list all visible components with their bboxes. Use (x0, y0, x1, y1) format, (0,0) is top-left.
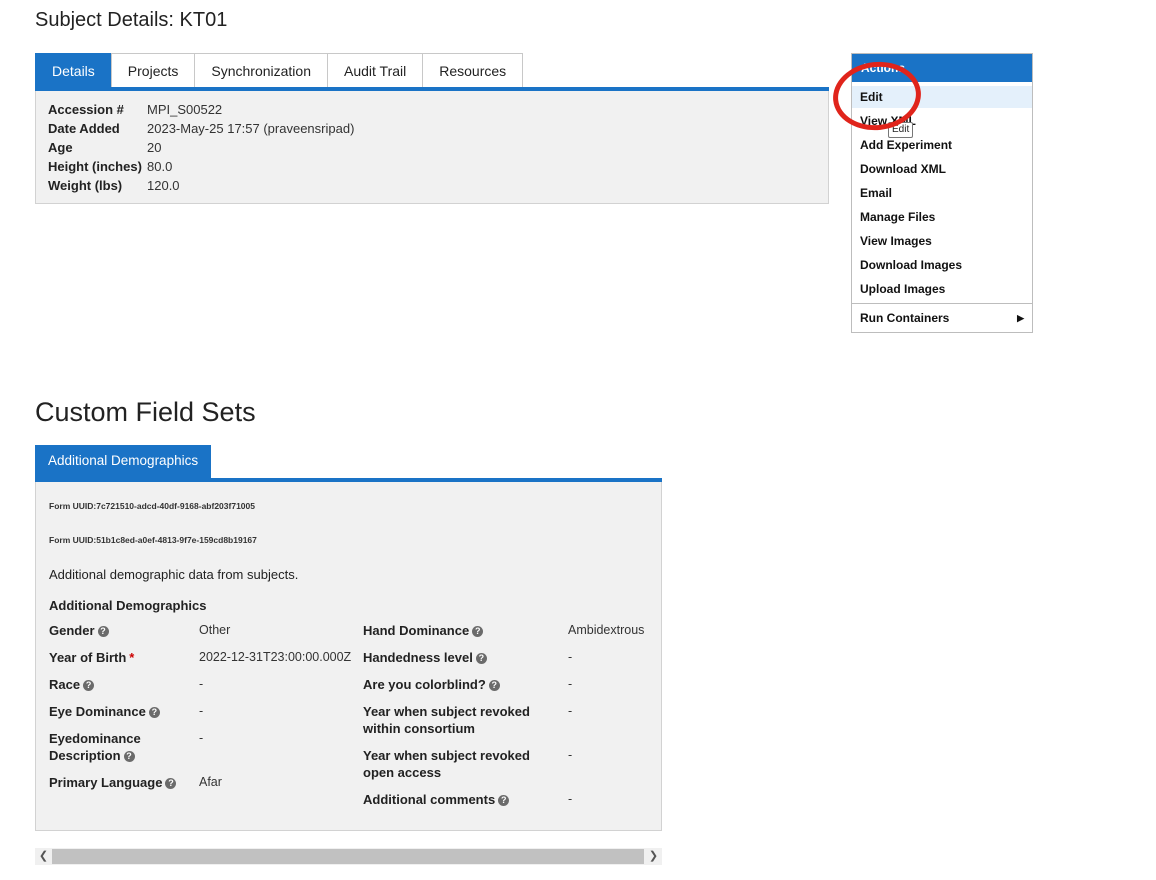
field-eye-dominance-value: - (199, 704, 204, 718)
field-primary-language-value: Afar (199, 775, 222, 789)
custom-fields-panel: Form UUID:7c721510-adcd-40df-9168-abf203… (35, 482, 662, 831)
detail-key: Weight (lbs) (48, 178, 123, 193)
field-hand-dominance-value: Ambidextrous (568, 623, 645, 637)
tab-synchronization[interactable]: Synchronization (194, 53, 328, 88)
detail-value: 2023-May-25 17:57 (praveensripad) (147, 121, 355, 136)
action-download-xml[interactable]: Download XML (852, 158, 1032, 180)
field-revoked-open-access-value: - (568, 748, 573, 762)
help-icon[interactable]: ? (498, 795, 510, 806)
help-icon[interactable]: ? (97, 626, 109, 637)
tab-audit-trail[interactable]: Audit Trail (327, 53, 424, 88)
detail-key: Age (48, 140, 73, 155)
action-email[interactable]: Email (852, 182, 1032, 204)
field-gender-label: Gender? (49, 622, 109, 639)
horizontal-scrollbar[interactable]: ❮ ❯ (35, 848, 662, 865)
detail-row-height: Height (inches) 80.0 (48, 157, 172, 176)
detail-row-accession: Accession # MPI_S00522 (48, 100, 222, 119)
action-manage-files[interactable]: Manage Files (852, 206, 1032, 228)
detail-value: 20 (147, 140, 162, 155)
run-containers-label: Run Containers (860, 311, 950, 325)
details-panel: Accession # MPI_S00522 Date Added 2023-May… (35, 91, 829, 204)
field-gender-value: Other (199, 623, 231, 637)
submenu-arrow-icon: ▶ (1017, 313, 1024, 323)
form-uuid-1: Form UUID:7c721510-adcd-40df-9168-abf203… (49, 501, 255, 511)
field-year-of-birth-value: 2022-12-31T23:00:00.000Z (199, 650, 352, 664)
page-title: Subject Details: KT01 (35, 9, 228, 31)
field-eyedominance-description-label: Eyedominance Description? (49, 731, 141, 763)
help-icon[interactable]: ? (148, 707, 160, 718)
action-edit[interactable]: Edit (852, 86, 1032, 108)
help-icon[interactable]: ? (83, 680, 95, 691)
detail-row-weight: Weight (lbs) 120.0 (48, 176, 180, 195)
actions-menu: Actions Edit View XML Add Experiment Dow… (851, 53, 1033, 333)
edit-tooltip: Edit (888, 122, 914, 138)
section-heading: Additional Demographics (49, 598, 207, 613)
field-eyedominance-description-value: - (199, 731, 204, 745)
tab-details[interactable]: Details (35, 53, 112, 88)
detail-row-date-added: Date Added 2023-May-25 17:57 (praveensrip… (48, 119, 354, 138)
actions-header: Actions (852, 54, 1032, 82)
field-revoked-consortium-label: Year when subject revoked within consort… (363, 704, 530, 736)
detail-value: 80.0 (147, 159, 173, 174)
menu-divider (852, 303, 1032, 304)
field-handedness-level-value: - (568, 650, 573, 664)
tab-resources[interactable]: Resources (422, 53, 524, 88)
detail-value: 120.0 (147, 178, 180, 193)
field-race-label: Race? (49, 676, 95, 693)
scroll-right-icon[interactable]: ❯ (645, 848, 662, 865)
field-eye-dominance-label: Eye Dominance? (49, 703, 160, 720)
action-add-experiment[interactable]: Add Experiment (852, 134, 1032, 156)
action-download-images[interactable]: Download Images (852, 254, 1032, 276)
detail-row-age: Age 20 (48, 138, 161, 157)
help-icon[interactable]: ? (488, 680, 500, 691)
form-description: Additional demographic data from subject… (49, 567, 299, 582)
detail-key: Accession # (48, 102, 124, 117)
field-year-of-birth-label: Year of Birth * (49, 650, 135, 665)
field-additional-comments-value: - (568, 792, 573, 806)
help-icon[interactable]: ? (475, 653, 487, 664)
form-uuid-2: Form UUID:51b1c8ed-a0ef-4813-9f7e-159cd8… (49, 535, 257, 545)
field-hand-dominance-label: Hand Dominance? (363, 622, 484, 639)
action-view-xml[interactable]: View XML (852, 110, 1032, 132)
detail-key: Height (inches) (48, 159, 142, 174)
help-icon[interactable]: ? (123, 751, 135, 762)
detail-key: Date Added (48, 121, 120, 136)
help-icon[interactable]: ? (165, 778, 177, 789)
field-revoked-consortium-value: - (568, 704, 573, 718)
field-primary-language-label: Primary Language? (49, 774, 177, 791)
action-upload-images[interactable]: Upload Images (852, 278, 1032, 300)
scroll-left-icon[interactable]: ❮ (35, 848, 52, 865)
field-colorblind-label: Are you colorblind?? (363, 676, 500, 693)
custom-field-sets-title: Custom Field Sets (35, 397, 256, 427)
help-icon[interactable]: ? (472, 626, 484, 637)
action-run-containers[interactable]: Run Containers ▶ (852, 307, 1032, 329)
detail-value: MPI_S00522 (147, 102, 223, 117)
scrollbar-thumb[interactable] (52, 849, 644, 864)
field-race-value: - (199, 677, 204, 691)
action-view-images[interactable]: View Images (852, 230, 1032, 252)
required-marker: * (129, 650, 135, 665)
field-additional-comments-label: Additional comments? (363, 791, 510, 808)
field-revoked-open-access-label: Year when subject revoked open access (363, 748, 530, 780)
field-colorblind-value: - (568, 677, 573, 691)
tab-bar: Details Projects Synchronization Audit T… (35, 53, 524, 89)
tab-projects[interactable]: Projects (110, 53, 196, 88)
tab-additional-demographics[interactable]: Additional Demographics (35, 445, 212, 479)
field-handedness-level-label: Handedness level? (363, 649, 487, 666)
